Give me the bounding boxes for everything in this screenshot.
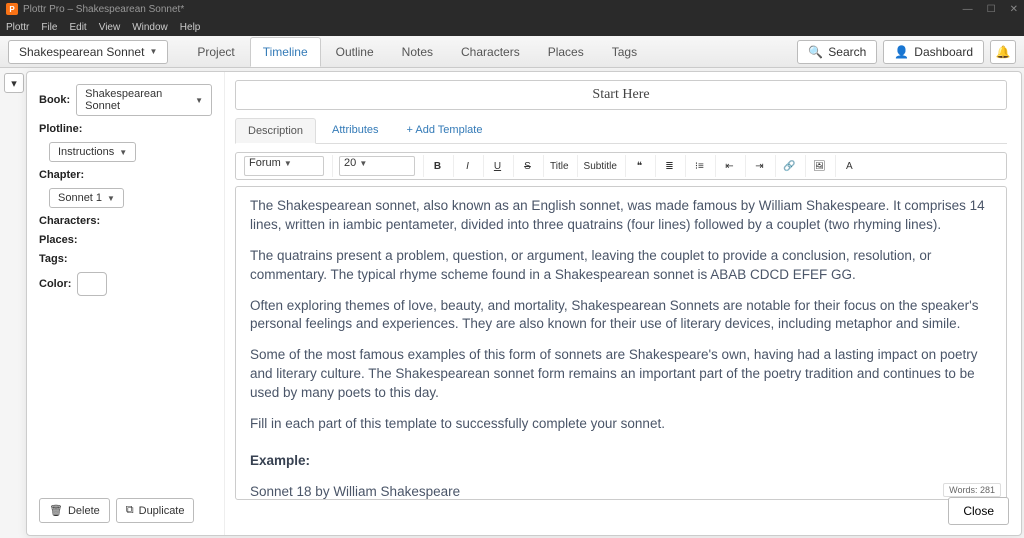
- title-style-button[interactable]: Title: [543, 155, 575, 177]
- app-icon: P: [6, 3, 18, 15]
- menubar: Plottr File Edit View Window Help: [0, 18, 1024, 36]
- card-title-input[interactable]: Start Here: [235, 80, 1007, 110]
- plotline-select[interactable]: Instructions ▼: [49, 142, 136, 162]
- menu-help[interactable]: Help: [180, 22, 201, 33]
- delete-button[interactable]: 🗑 Delete: [39, 498, 110, 523]
- numbered-list-button[interactable]: ⁝≡: [685, 155, 713, 177]
- indent-button[interactable]: ⇥: [745, 155, 773, 177]
- characters-label: Characters:: [39, 215, 212, 227]
- trash-icon: 🗑: [49, 504, 63, 517]
- tab-places[interactable]: Places: [535, 37, 597, 67]
- italic-button[interactable]: I: [453, 155, 481, 177]
- places-label: Places:: [39, 234, 212, 246]
- underline-button[interactable]: U: [483, 155, 511, 177]
- caret-down-icon: ▼: [195, 96, 203, 105]
- menu-view[interactable]: View: [99, 22, 121, 33]
- tab-tags[interactable]: Tags: [599, 37, 650, 67]
- paragraph: The Shakespearean sonnet, also known as …: [250, 197, 992, 235]
- search-label: Search: [828, 45, 866, 59]
- blockquote-button[interactable]: ❝: [625, 155, 653, 177]
- book-select[interactable]: Shakespearean Sonnet ▼: [76, 84, 212, 116]
- dashboard-button[interactable]: 👤 Dashboard: [883, 40, 984, 64]
- notifications-button[interactable]: 🔔: [990, 40, 1016, 64]
- maximize-button[interactable]: ☐: [987, 4, 996, 15]
- card-sidebar: Book: Shakespearean Sonnet ▼ Plotline: I…: [27, 72, 225, 535]
- sub-tab-description[interactable]: Description: [235, 118, 316, 144]
- caret-down-icon: ▼: [149, 47, 157, 56]
- plotline-label: Plotline:: [39, 123, 212, 135]
- tab-timeline[interactable]: Timeline: [250, 37, 321, 67]
- paragraph: Often exploring themes of love, beauty, …: [250, 297, 992, 335]
- menu-window[interactable]: Window: [132, 22, 168, 33]
- tags-label: Tags:: [39, 253, 212, 265]
- search-button[interactable]: 🔍 Search: [797, 40, 877, 64]
- tab-characters[interactable]: Characters: [448, 37, 533, 67]
- font-size-select[interactable]: 20 ▼: [339, 156, 415, 176]
- chapter-select-value: Sonnet 1: [58, 192, 102, 204]
- bullet-list-button[interactable]: ≣: [655, 155, 683, 177]
- bold-button[interactable]: B: [423, 155, 451, 177]
- duplicate-label: Duplicate: [139, 505, 185, 517]
- card-modal: Book: Shakespearean Sonnet ▼ Plotline: I…: [26, 71, 1022, 536]
- minimize-button[interactable]: —: [963, 4, 973, 15]
- window-title: Plottr Pro – Shakespearean Sonnet*: [23, 4, 184, 15]
- font-select[interactable]: Forum ▼: [244, 156, 324, 176]
- link-button[interactable]: 🔗: [775, 155, 803, 177]
- titlebar: P Plottr Pro – Shakespearean Sonnet* — ☐…: [0, 0, 1024, 18]
- book-dropdown[interactable]: Shakespearean Sonnet ▼: [8, 40, 168, 64]
- dashboard-label: Dashboard: [914, 45, 973, 59]
- subtitle-style-button[interactable]: Subtitle: [577, 155, 623, 177]
- example-heading: Example:: [250, 452, 992, 471]
- card-main: Start Here Description Attributes + Add …: [225, 72, 1021, 535]
- paragraph: The quatrains present a problem, questio…: [250, 247, 992, 285]
- bell-icon: 🔔: [996, 45, 1011, 59]
- search-icon: 🔍: [808, 45, 823, 59]
- book-select-value: Shakespearean Sonnet: [85, 88, 190, 112]
- close-button[interactable]: Close: [948, 497, 1009, 525]
- filter-icon-glyph: ▾: [11, 77, 17, 90]
- tab-project[interactable]: Project: [184, 37, 247, 67]
- menu-plottr[interactable]: Plottr: [6, 22, 29, 33]
- duplicate-button[interactable]: ⧉ Duplicate: [116, 498, 195, 523]
- close-window-button[interactable]: ✕: [1010, 4, 1018, 15]
- card-sub-tabs: Description Attributes + Add Template: [235, 118, 1007, 144]
- plotline-select-value: Instructions: [58, 146, 114, 158]
- book-dropdown-label: Shakespearean Sonnet: [19, 45, 144, 59]
- delete-label: Delete: [68, 505, 100, 517]
- caret-down-icon: ▼: [119, 148, 127, 157]
- chapter-label: Chapter:: [39, 169, 212, 181]
- color-picker[interactable]: [77, 272, 107, 296]
- sub-tab-attributes[interactable]: Attributes: [320, 118, 390, 143]
- caret-down-icon: ▼: [107, 194, 115, 203]
- example-title: Sonnet 18 by William Shakespeare: [250, 483, 992, 500]
- filter-button[interactable]: ▾: [4, 73, 24, 93]
- rich-text-editor[interactable]: The Shakespearean sonnet, also known as …: [235, 186, 1007, 500]
- tab-notes[interactable]: Notes: [389, 37, 446, 67]
- book-label: Book:: [39, 94, 70, 106]
- content-area: ▾ Book: Shakespearean Sonnet ▼ Plotline:…: [0, 68, 1024, 538]
- paragraph: Fill in each part of this template to su…: [250, 415, 992, 434]
- section-tabs: Project Timeline Outline Notes Character…: [184, 37, 650, 67]
- main-toolbar: Shakespearean Sonnet ▼ Project Timeline …: [0, 36, 1024, 68]
- editor-toolbar: Forum ▼ 20 ▼ B I U S Title Subtitle ❝ ≣ …: [235, 152, 1007, 180]
- text-color-button[interactable]: A: [835, 155, 863, 177]
- strike-button[interactable]: S: [513, 155, 541, 177]
- outdent-button[interactable]: ⇤: [715, 155, 743, 177]
- chapter-select[interactable]: Sonnet 1 ▼: [49, 188, 124, 208]
- menu-file[interactable]: File: [41, 22, 57, 33]
- user-icon: 👤: [894, 45, 909, 59]
- tab-outline[interactable]: Outline: [323, 37, 387, 67]
- duplicate-icon: ⧉: [126, 504, 134, 517]
- word-count: Words: 281: [943, 483, 1001, 497]
- sub-tab-add-template[interactable]: + Add Template: [395, 118, 495, 143]
- menu-edit[interactable]: Edit: [69, 22, 86, 33]
- image-button[interactable]: 🖼: [805, 155, 833, 177]
- paragraph: Some of the most famous examples of this…: [250, 346, 992, 403]
- color-label: Color:: [39, 278, 71, 290]
